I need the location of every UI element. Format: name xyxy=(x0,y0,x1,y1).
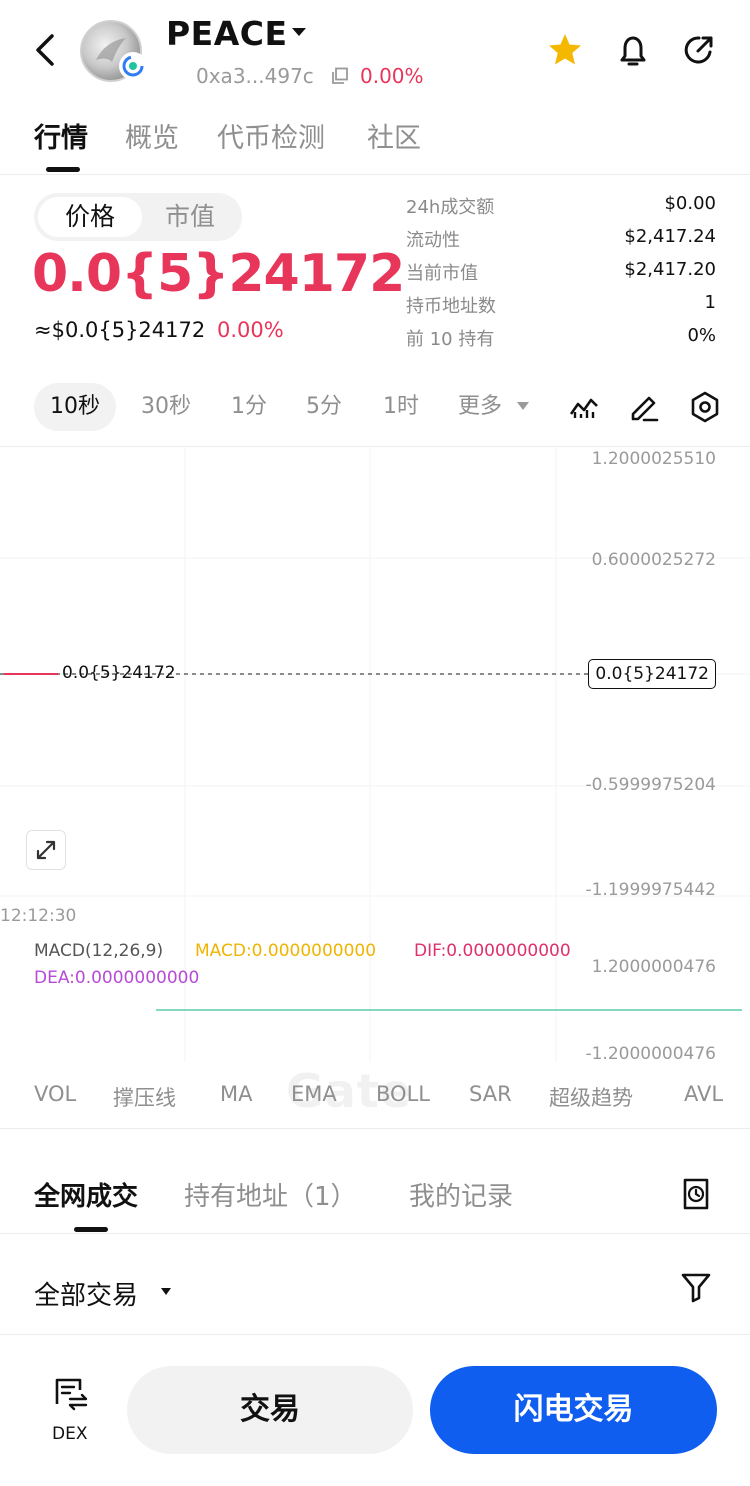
tab-community[interactable]: 社区 xyxy=(367,116,421,155)
indicator-ema[interactable]: EMA xyxy=(291,1082,337,1106)
trade-button[interactable]: 交易 xyxy=(127,1366,413,1454)
indicator-supertrend[interactable]: 超级趋势 xyxy=(549,1082,633,1112)
tab-holders[interactable]: 持有地址（1） xyxy=(184,1176,357,1213)
chain-badge-icon xyxy=(119,52,147,80)
x-axis-time: 12:12:30 xyxy=(0,906,77,926)
divider xyxy=(0,1233,750,1234)
stat-label: 当前市值 xyxy=(406,263,478,284)
y-axis-label: -1.1999975442 xyxy=(585,880,716,900)
toggle-market-cap[interactable]: 市值 xyxy=(142,197,238,237)
stat-value: $2,417.20 xyxy=(624,259,716,280)
dex-icon[interactable] xyxy=(52,1374,90,1412)
filter-caret-icon[interactable] xyxy=(161,1288,171,1295)
timeframe-10s[interactable]: 10秒 xyxy=(34,383,116,431)
indicator-sar[interactable]: SAR xyxy=(469,1082,512,1106)
settings-icon[interactable] xyxy=(688,390,722,424)
stat-value: $0.00 xyxy=(664,193,716,214)
stat-label: 前 10 持有 xyxy=(406,329,495,350)
price-mcap-toggle[interactable]: 价格 市值 xyxy=(34,193,242,241)
tab-overview[interactable]: 概览 xyxy=(125,116,179,155)
macd-upper-label: 1.2000000476 xyxy=(591,957,716,977)
usd-price: ≈$0.0{5}24172 xyxy=(34,318,206,342)
indicator-avl[interactable]: AVL xyxy=(684,1082,750,1106)
stat-label: 持币地址数 xyxy=(406,296,496,317)
price-line-label: 0.0{5}24172 xyxy=(62,663,176,683)
indicator-boll[interactable]: BOLL xyxy=(376,1082,430,1106)
macd-title: MACD(12,26,9) xyxy=(34,941,164,961)
indicator-support-resistance[interactable]: 撑压线 xyxy=(113,1082,176,1112)
dif-value: DIF:0.0000000000 xyxy=(414,941,571,961)
timeframe-5m[interactable]: 5分 xyxy=(306,383,342,431)
trade-filter-dropdown[interactable]: 全部交易 xyxy=(34,1275,138,1312)
divider xyxy=(0,1128,750,1129)
tab-token-check[interactable]: 代币检测 xyxy=(217,116,325,155)
token-name[interactable]: PEACE xyxy=(166,14,288,53)
star-icon[interactable] xyxy=(546,30,584,70)
divider xyxy=(0,1334,750,1335)
timeframe-30s[interactable]: 30秒 xyxy=(141,383,191,431)
macd-lower-label: -1.2000000476 xyxy=(585,1044,716,1064)
current-price: 0.0{5}24172 xyxy=(32,244,405,304)
header: PEACE 0xa3...497c 0.00% xyxy=(0,0,750,100)
indicator-ma[interactable]: MA xyxy=(220,1082,252,1106)
token-dropdown-caret-icon[interactable] xyxy=(292,28,306,36)
share-icon[interactable] xyxy=(680,30,718,70)
draw-pencil-icon[interactable] xyxy=(627,390,661,424)
contract-address: 0xa3...497c xyxy=(196,64,314,88)
stat-label: 24h成交额 xyxy=(406,197,495,218)
y-axis-label: 1.2000025510 xyxy=(591,449,716,469)
divider xyxy=(0,174,750,175)
tab-all-trades[interactable]: 全网成交 xyxy=(34,1176,138,1213)
indicator-chart-icon[interactable] xyxy=(567,390,601,424)
back-arrow-icon[interactable] xyxy=(28,30,64,70)
flash-trade-button[interactable]: 闪电交易 xyxy=(430,1366,717,1454)
tab-active-indicator xyxy=(46,167,80,172)
stat-value: $2,417.24 xyxy=(624,226,716,247)
tab-market[interactable]: 行情 xyxy=(34,116,88,155)
divider xyxy=(0,446,750,447)
stat-label: 流动性 xyxy=(406,230,460,251)
dea-value: DEA:0.0000000000 xyxy=(34,968,200,988)
filter-funnel-icon[interactable] xyxy=(679,1270,713,1304)
trade-tab-indicator xyxy=(74,1227,108,1232)
stat-value: 1 xyxy=(704,292,716,313)
more-caret-icon[interactable] xyxy=(517,402,529,410)
header-change: 0.00% xyxy=(360,64,424,88)
bell-icon[interactable] xyxy=(614,30,652,70)
macd-value: MACD:0.0000000000 xyxy=(195,941,377,961)
history-clock-icon[interactable] xyxy=(678,1176,714,1212)
toggle-price[interactable]: 价格 xyxy=(38,197,142,237)
dex-label[interactable]: DEX xyxy=(52,1424,87,1444)
timeframe-1m[interactable]: 1分 xyxy=(231,383,267,431)
tab-my-records[interactable]: 我的记录 xyxy=(409,1176,513,1213)
y-axis-label: -0.5999975204 xyxy=(585,775,716,795)
indicator-vol[interactable]: VOL xyxy=(34,1082,76,1106)
expand-chart-icon[interactable] xyxy=(26,830,66,870)
y-axis-label: 0.6000025272 xyxy=(591,550,716,570)
current-price-tag: 0.0{5}24172 xyxy=(588,659,716,689)
timeframe-more[interactable]: 更多 xyxy=(458,383,502,431)
timeframe-1h[interactable]: 1时 xyxy=(383,383,419,431)
copy-icon[interactable] xyxy=(331,67,349,85)
price-change: 0.00% xyxy=(217,318,284,342)
stat-value: 0% xyxy=(687,325,716,346)
